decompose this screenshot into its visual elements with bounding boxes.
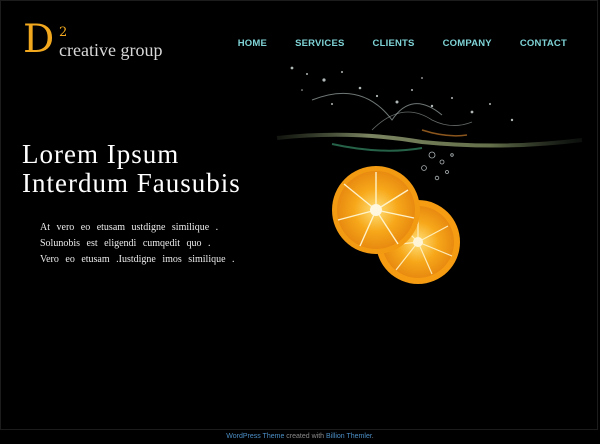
body-line-3: Vero eo etusam .Iustdigne imos similique… <box>40 254 235 265</box>
headline-line-2: Interdum Fausubis <box>22 168 241 198</box>
headline-line-1: Lorem Ipsum <box>22 139 180 169</box>
footer-link-themler[interactable]: Billion Themler <box>326 433 372 440</box>
orange-slice-front <box>332 166 420 254</box>
body-line-1: At vero eo etusam ustdigne similique . <box>40 222 219 233</box>
nav-item-services[interactable]: SERVICES <box>295 38 344 50</box>
nav-item-company[interactable]: COMPANY <box>443 38 492 50</box>
hero-headline: Lorem Ipsum Interdum Fausubis <box>22 140 241 198</box>
logo-superscript: 2 <box>59 25 68 40</box>
logo-text: creative group <box>59 40 163 60</box>
footer-link-wordpress-theme[interactable]: WordPress Theme <box>226 433 284 440</box>
main-nav: HOME SERVICES CLIENTS COMPANY CONTACT <box>238 38 567 50</box>
nav-item-clients[interactable]: CLIENTS <box>373 38 415 50</box>
footer-text-created-with: created with <box>284 433 326 440</box>
body-line-2: Solunobis est eligendi cumqedit quo . <box>40 238 211 249</box>
footer-text-end: . <box>371 433 374 440</box>
page: D 2 creative group HOME SERVICES CLIENTS… <box>0 0 600 444</box>
logo-letter: D <box>23 17 55 62</box>
site-logo[interactable]: D 2 creative group <box>23 20 163 64</box>
nav-item-contact[interactable]: CONTACT <box>520 38 567 50</box>
water-splash <box>290 66 514 122</box>
hero-body-text: At vero eo etusam ustdigne similique . S… <box>40 220 235 268</box>
bubbles <box>421 151 454 181</box>
hero-image-orange-splash <box>276 66 583 284</box>
footer: WordPress Theme created with Billion The… <box>0 432 600 442</box>
nav-item-home[interactable]: HOME <box>238 38 267 50</box>
